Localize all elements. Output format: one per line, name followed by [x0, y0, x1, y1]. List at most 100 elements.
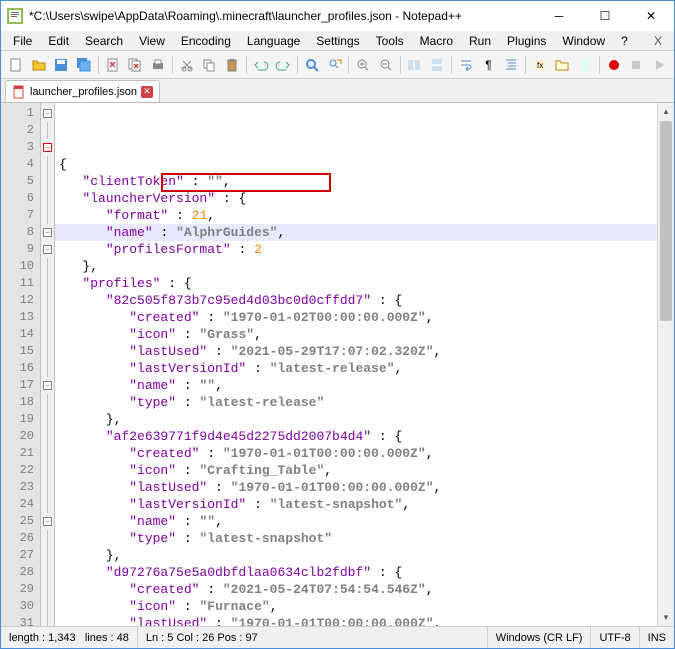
- paste-button[interactable]: [221, 54, 243, 76]
- line-number[interactable]: 2: [1, 122, 40, 139]
- titlebar[interactable]: *C:\Users\swipe\AppData\Roaming\.minecra…: [1, 1, 674, 31]
- menu-language[interactable]: Language: [239, 32, 308, 50]
- code-line[interactable]: "clientToken" : "",: [55, 173, 657, 190]
- macro-stop-button[interactable]: [626, 54, 648, 76]
- code-line[interactable]: "lastUsed" : "1970-01-01T00:00:00.000Z",: [55, 615, 657, 626]
- sync-h-button[interactable]: [426, 54, 448, 76]
- code-line[interactable]: "lastUsed" : "1970-01-01T00:00:00.000Z",: [55, 479, 657, 496]
- line-number[interactable]: 3: [1, 139, 40, 156]
- line-number[interactable]: 24: [1, 496, 40, 513]
- zoom-in-button[interactable]: [352, 54, 374, 76]
- code-line[interactable]: "name" : "",: [55, 377, 657, 394]
- code-line[interactable]: "af2e639771f9d4e45d2275dd2007b4d4" : {: [55, 428, 657, 445]
- line-number[interactable]: 6: [1, 190, 40, 207]
- code-line[interactable]: "profiles" : {: [55, 275, 657, 292]
- line-number[interactable]: 11: [1, 275, 40, 292]
- zoom-out-button[interactable]: [375, 54, 397, 76]
- code-line[interactable]: "name" : "AlphrGuides",: [55, 224, 657, 241]
- close-all-button[interactable]: [124, 54, 146, 76]
- menu-tools[interactable]: Tools: [368, 32, 412, 50]
- line-number[interactable]: 19: [1, 411, 40, 428]
- line-number[interactable]: 20: [1, 428, 40, 445]
- line-number[interactable]: 22: [1, 462, 40, 479]
- line-number[interactable]: 31: [1, 615, 40, 626]
- file-tab[interactable]: launcher_profiles.json ✕: [5, 80, 160, 102]
- scroll-down-arrow[interactable]: ▼: [658, 609, 674, 626]
- indent-guide-button[interactable]: [500, 54, 522, 76]
- menu-run[interactable]: Run: [461, 32, 499, 50]
- menu-settings[interactable]: Settings: [308, 32, 367, 50]
- code-line[interactable]: "icon" : "Furnace",: [55, 598, 657, 615]
- close-button[interactable]: ✕: [628, 1, 674, 31]
- code-line[interactable]: "launcherVersion" : {: [55, 190, 657, 207]
- line-number[interactable]: 23: [1, 479, 40, 496]
- line-number[interactable]: 7: [1, 207, 40, 224]
- minimize-button[interactable]: ─: [536, 1, 582, 31]
- new-file-button[interactable]: [5, 54, 27, 76]
- line-number[interactable]: 16: [1, 360, 40, 377]
- macro-record-button[interactable]: [603, 54, 625, 76]
- code-line[interactable]: "lastUsed" : "2021-05-29T17:07:02.320Z",: [55, 343, 657, 360]
- menu-view[interactable]: View: [131, 32, 173, 50]
- sync-v-button[interactable]: [404, 54, 426, 76]
- redo-button[interactable]: [272, 54, 294, 76]
- save-button[interactable]: [50, 54, 72, 76]
- line-number[interactable]: 17: [1, 377, 40, 394]
- code-line[interactable]: "created" : "1970-01-02T00:00:00.000Z",: [55, 309, 657, 326]
- print-button[interactable]: [147, 54, 169, 76]
- code-line[interactable]: "icon" : "Grass",: [55, 326, 657, 343]
- code-line[interactable]: "created" : "1970-01-01T00:00:00.000Z",: [55, 445, 657, 462]
- menu-file[interactable]: File: [5, 32, 40, 50]
- tab-close-button[interactable]: ✕: [141, 86, 153, 98]
- menu-help[interactable]: ?: [613, 32, 636, 50]
- code-line[interactable]: "type" : "latest-release": [55, 394, 657, 411]
- line-number[interactable]: 27: [1, 547, 40, 564]
- replace-button[interactable]: [324, 54, 346, 76]
- menu-edit[interactable]: Edit: [40, 32, 77, 50]
- code-line[interactable]: },: [55, 411, 657, 428]
- menu-plugins[interactable]: Plugins: [499, 32, 554, 50]
- open-file-button[interactable]: [28, 54, 50, 76]
- fold-marker[interactable]: −: [41, 139, 54, 156]
- line-number[interactable]: 1: [1, 105, 40, 122]
- line-number[interactable]: 5: [1, 173, 40, 190]
- code-line[interactable]: "name" : "",: [55, 513, 657, 530]
- line-number[interactable]: 9: [1, 241, 40, 258]
- code-line[interactable]: "type" : "latest-snapshot": [55, 530, 657, 547]
- wordwrap-button[interactable]: [455, 54, 477, 76]
- undo-button[interactable]: [250, 54, 272, 76]
- code-line[interactable]: "icon" : "Crafting_Table",: [55, 462, 657, 479]
- fold-marker[interactable]: −: [41, 224, 54, 241]
- line-number[interactable]: 18: [1, 394, 40, 411]
- scroll-thumb[interactable]: [660, 121, 672, 321]
- fold-marker[interactable]: −: [41, 241, 54, 258]
- code-line[interactable]: "profilesFormat" : 2: [55, 241, 657, 258]
- line-number[interactable]: 4: [1, 156, 40, 173]
- menu-search[interactable]: Search: [77, 32, 131, 50]
- code-line[interactable]: "created" : "2021-05-24T07:54:54.546Z",: [55, 581, 657, 598]
- code-line[interactable]: "82c505f873b7c95ed4d03bc0d0cffdd7" : {: [55, 292, 657, 309]
- code-line[interactable]: },: [55, 547, 657, 564]
- line-number[interactable]: 15: [1, 343, 40, 360]
- find-button[interactable]: [301, 54, 323, 76]
- folder-view-button[interactable]: [552, 54, 574, 76]
- function-list-button[interactable]: fx: [529, 54, 551, 76]
- line-number[interactable]: 14: [1, 326, 40, 343]
- code-line[interactable]: "d97276a75e5a0dbfdlaa0634clb2fdbf" : {: [55, 564, 657, 581]
- cut-button[interactable]: [176, 54, 198, 76]
- line-number[interactable]: 28: [1, 564, 40, 581]
- fold-marker[interactable]: −: [41, 105, 54, 122]
- menubar-close[interactable]: X: [646, 34, 670, 48]
- line-number[interactable]: 25: [1, 513, 40, 530]
- code-line[interactable]: "lastVersionId" : "latest-release",: [55, 360, 657, 377]
- menu-window[interactable]: Window: [554, 32, 613, 50]
- menu-macro[interactable]: Macro: [412, 32, 461, 50]
- code-area[interactable]: { "clientToken" : "", "launcherVersion" …: [55, 103, 657, 626]
- line-number[interactable]: 29: [1, 581, 40, 598]
- code-line[interactable]: "format" : 21,: [55, 207, 657, 224]
- vertical-scrollbar[interactable]: ▲ ▼: [657, 103, 674, 626]
- line-number[interactable]: 13: [1, 309, 40, 326]
- code-line[interactable]: {: [55, 156, 657, 173]
- close-file-button[interactable]: [102, 54, 124, 76]
- line-number[interactable]: 12: [1, 292, 40, 309]
